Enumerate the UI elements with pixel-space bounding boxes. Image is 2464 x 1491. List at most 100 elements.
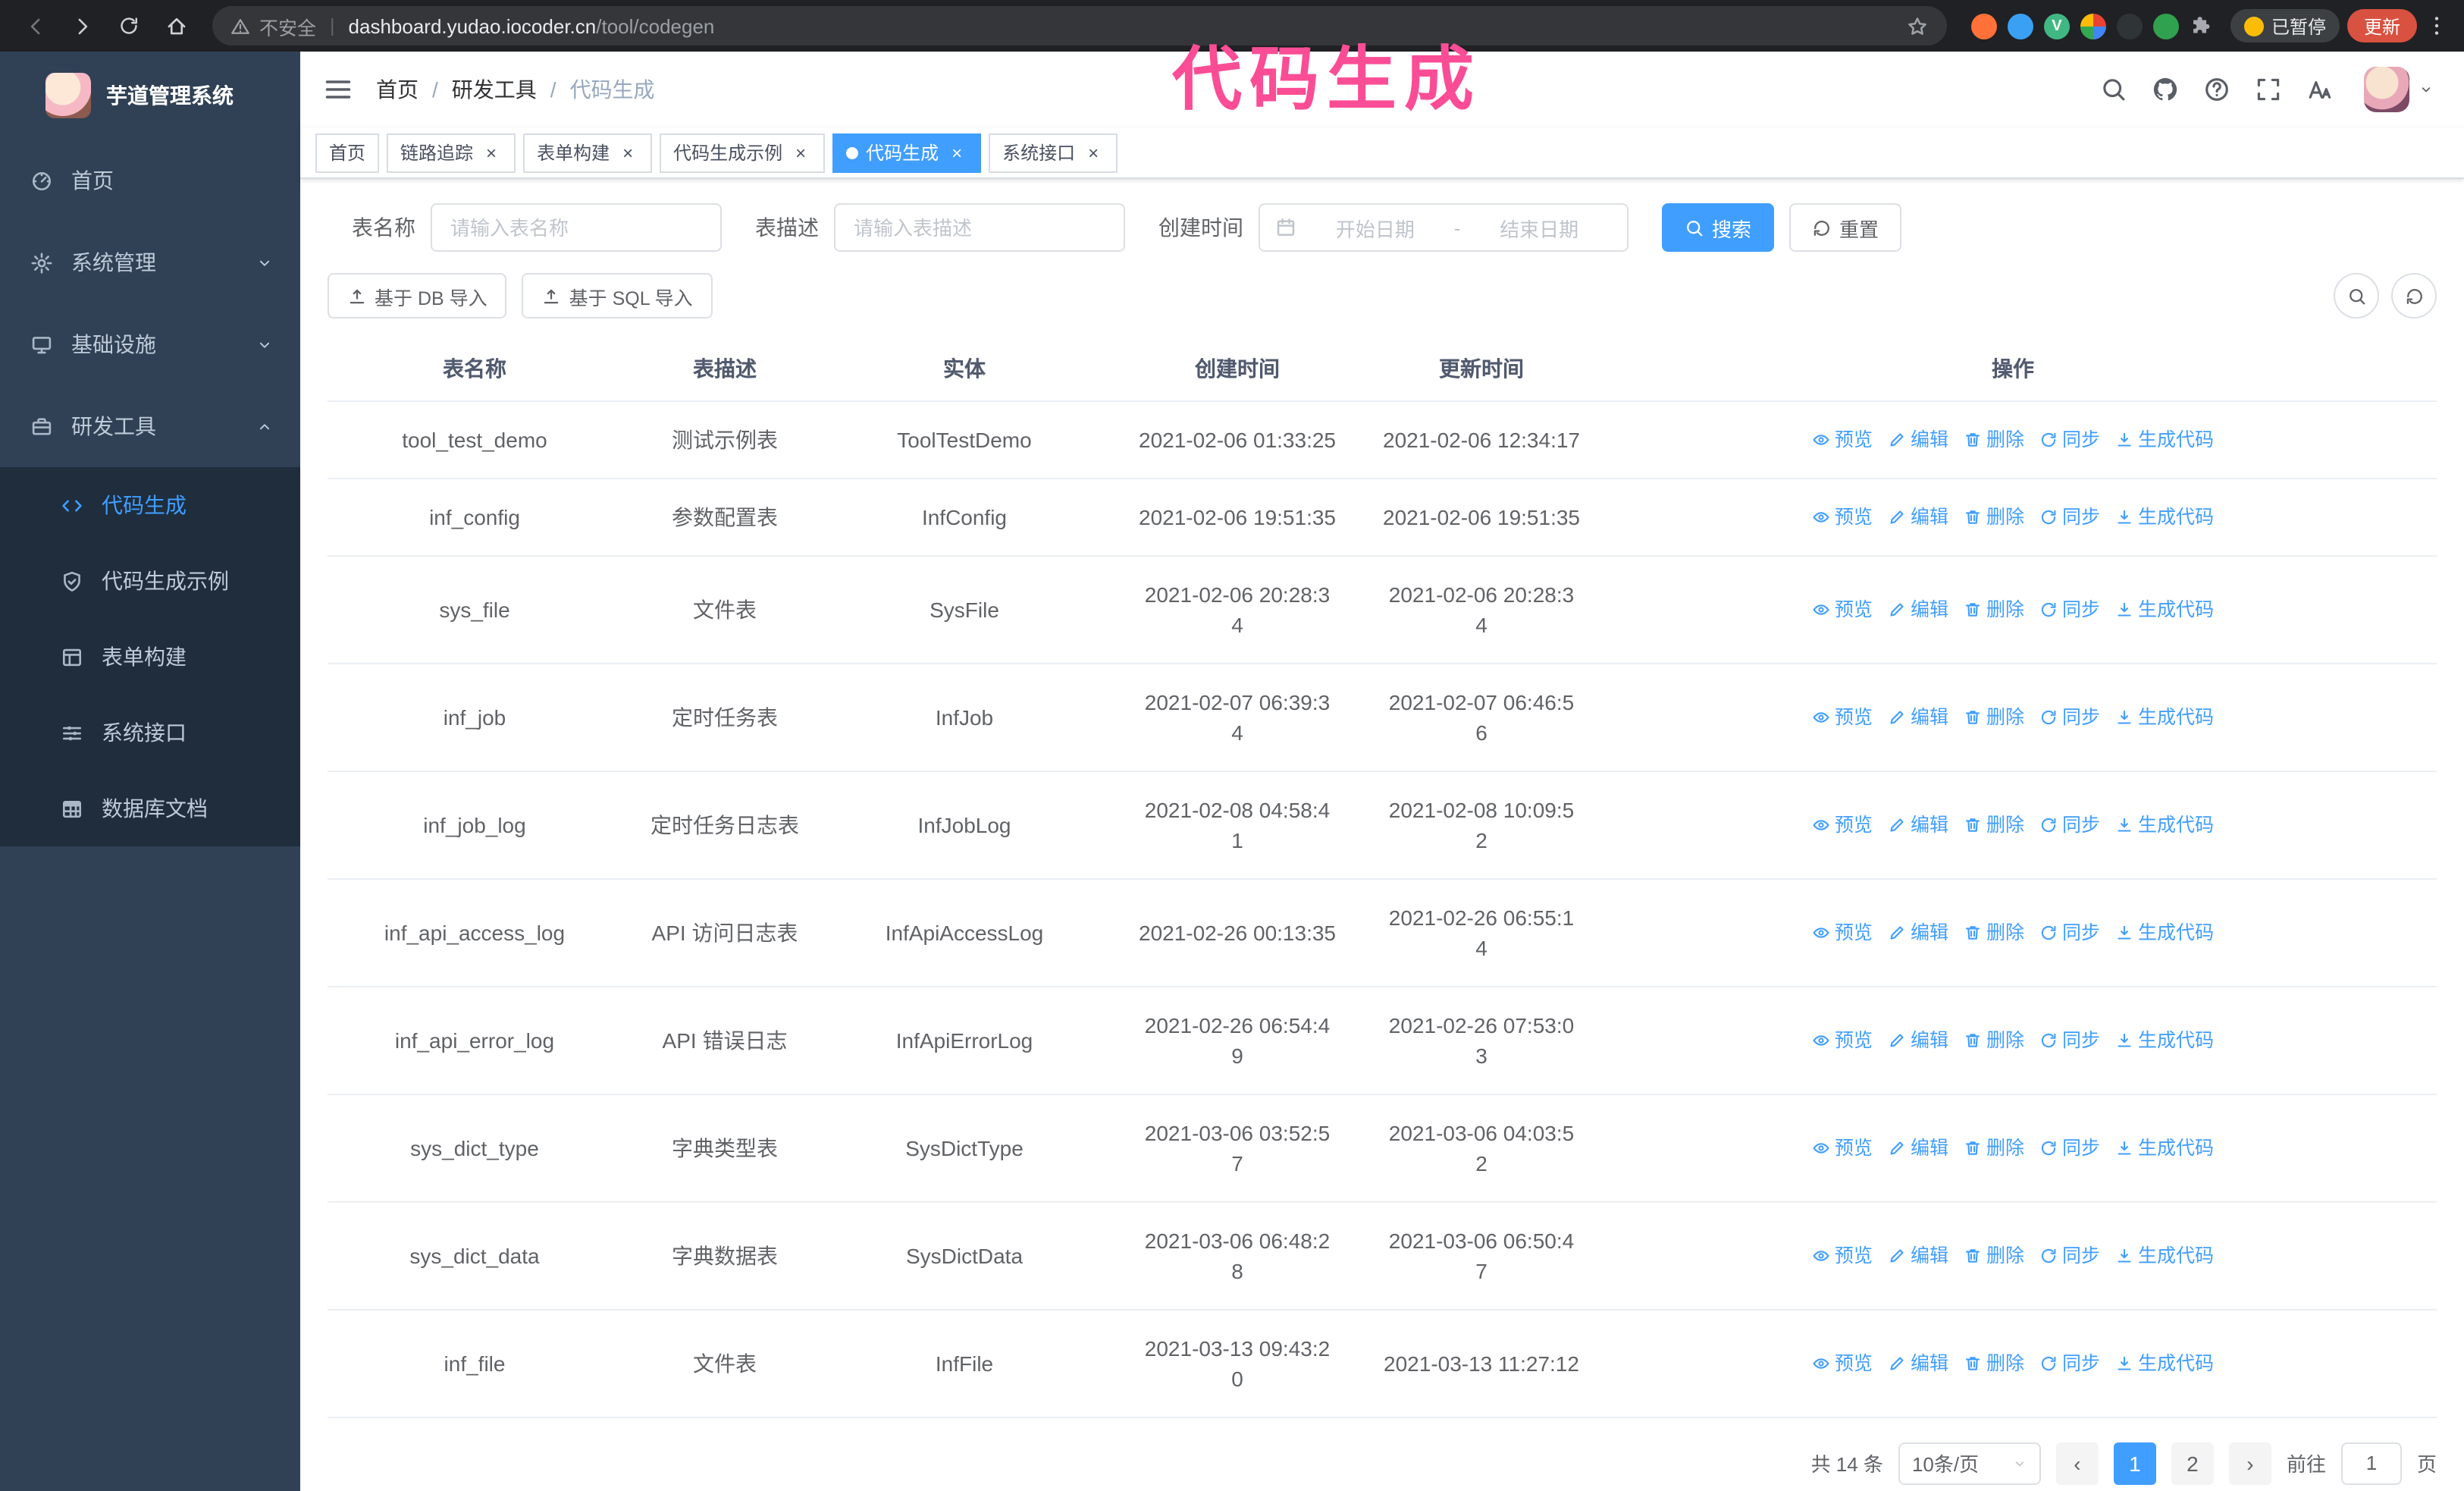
row-action-link[interactable]: 预览 — [1812, 1240, 1873, 1270]
row-action-link[interactable]: 删除 — [1964, 809, 2024, 840]
refresh-table-button[interactable] — [2391, 273, 2437, 319]
tab[interactable]: 首页 × — [315, 133, 380, 172]
row-action-link[interactable]: 同步 — [2039, 809, 2100, 840]
row-action-link[interactable]: 删除 — [1964, 1240, 2024, 1270]
tab[interactable]: 代码生成示例 × — [660, 133, 826, 172]
reset-button[interactable]: 重置 — [1789, 203, 1902, 252]
tab[interactable]: 系统接口 × — [989, 133, 1118, 172]
close-icon[interactable]: × — [790, 142, 811, 163]
next-page-button[interactable]: › — [2228, 1442, 2271, 1484]
kebab-icon[interactable] — [2425, 14, 2449, 38]
row-action-link[interactable]: 删除 — [1964, 501, 2024, 532]
date-range-picker[interactable]: 开始日期 - 结束日期 — [1259, 203, 1629, 252]
row-action-link[interactable]: 生成代码 — [2115, 501, 2214, 532]
browser-forward-button[interactable] — [62, 6, 102, 46]
row-action-link[interactable]: 预览 — [1812, 594, 1873, 624]
sidebar-subitem[interactable]: 代码生成示例 — [0, 543, 300, 619]
row-action-link[interactable]: 同步 — [2039, 424, 2100, 454]
extension-icon[interactable] — [2152, 13, 2179, 39]
tab[interactable]: 表单构建 × — [523, 133, 653, 172]
breadcrumb-home[interactable]: 首页 — [376, 74, 419, 105]
tab[interactable]: 代码生成 × — [832, 133, 982, 172]
extension-icon[interactable] — [2007, 13, 2033, 39]
sidebar-item[interactable]: 首页 — [0, 140, 300, 221]
row-action-link[interactable]: 删除 — [1964, 424, 2024, 454]
row-action-link[interactable]: 预览 — [1812, 917, 1873, 947]
extension-icon[interactable]: V — [2043, 13, 2070, 39]
row-action-link[interactable]: 预览 — [1812, 1132, 1873, 1163]
extension-icon[interactable] — [2080, 13, 2106, 39]
row-action-link[interactable]: 删除 — [1964, 1348, 2024, 1378]
row-action-link[interactable]: 同步 — [2039, 501, 2100, 532]
table-name-input[interactable] — [431, 203, 722, 252]
row-action-link[interactable]: 编辑 — [1888, 809, 1948, 840]
search-icon[interactable] — [2100, 76, 2127, 103]
row-action-link[interactable]: 生成代码 — [2115, 1132, 2214, 1163]
page-number-button[interactable]: 2 — [2171, 1442, 2214, 1484]
row-action-link[interactable]: 编辑 — [1888, 424, 1948, 454]
row-action-link[interactable]: 删除 — [1964, 594, 2024, 624]
row-action-link[interactable]: 生成代码 — [2115, 917, 2214, 947]
app-logo[interactable]: 芋道管理系统 — [0, 52, 300, 140]
puzzle-icon[interactable] — [2190, 13, 2215, 39]
sidebar-item[interactable]: 研发工具 — [0, 385, 300, 467]
row-action-link[interactable]: 编辑 — [1888, 501, 1948, 532]
star-icon[interactable] — [1906, 14, 1929, 37]
row-action-link[interactable]: 删除 — [1964, 702, 2024, 732]
row-action-link[interactable]: 编辑 — [1888, 1132, 1948, 1163]
page-size-select[interactable]: 10条/页 — [1898, 1442, 2041, 1484]
row-action-link[interactable]: 编辑 — [1888, 1025, 1948, 1055]
close-icon[interactable]: × — [481, 142, 502, 163]
fullscreen-icon[interactable] — [2255, 76, 2282, 103]
browser-home-button[interactable] — [156, 6, 196, 46]
row-action-link[interactable]: 生成代码 — [2115, 424, 2214, 454]
row-action-link[interactable]: 预览 — [1812, 1348, 1873, 1378]
page-number-button[interactable]: 1 — [2113, 1442, 2156, 1484]
row-action-link[interactable]: 编辑 — [1888, 594, 1948, 624]
row-action-link[interactable]: 预览 — [1812, 702, 1873, 732]
row-action-link[interactable]: 同步 — [2039, 1132, 2100, 1163]
table-desc-input[interactable] — [834, 203, 1125, 252]
row-action-link[interactable]: 生成代码 — [2115, 1240, 2214, 1270]
goto-page-input[interactable] — [2340, 1442, 2402, 1484]
sidebar-subitem[interactable]: 表单构建 — [0, 619, 300, 695]
sidebar-subitem[interactable]: 代码生成 — [0, 467, 300, 543]
search-button[interactable]: 搜索 — [1662, 203, 1775, 252]
import-db-button[interactable]: 基于 DB 导入 — [328, 273, 507, 319]
row-action-link[interactable]: 同步 — [2039, 1240, 2100, 1270]
row-action-link[interactable]: 生成代码 — [2115, 594, 2214, 624]
browser-update-button[interactable]: 更新 — [2346, 9, 2417, 42]
row-action-link[interactable]: 生成代码 — [2115, 1348, 2214, 1378]
row-action-link[interactable]: 删除 — [1964, 917, 2024, 947]
close-icon[interactable]: × — [617, 142, 638, 163]
browser-back-button[interactable] — [15, 6, 55, 46]
row-action-link[interactable]: 编辑 — [1888, 702, 1948, 732]
paused-extension-badge[interactable]: 已暂停 — [2230, 9, 2340, 42]
row-action-link[interactable]: 编辑 — [1888, 1240, 1948, 1270]
extension-icon[interactable] — [1970, 13, 1997, 39]
row-action-link[interactable]: 同步 — [2039, 917, 2100, 947]
sidebar-item[interactable]: 基础设施 — [0, 303, 300, 385]
row-action-link[interactable]: 同步 — [2039, 594, 2100, 624]
fontsize-icon[interactable] — [2306, 76, 2334, 103]
toggle-search-button[interactable] — [2334, 273, 2379, 319]
github-icon[interactable] — [2152, 76, 2179, 103]
question-icon[interactable] — [2203, 76, 2230, 103]
row-action-link[interactable]: 生成代码 — [2115, 702, 2214, 732]
row-action-link[interactable]: 生成代码 — [2115, 1025, 2214, 1055]
browser-reload-button[interactable] — [109, 6, 149, 46]
close-icon[interactable]: × — [1083, 142, 1104, 163]
row-action-link[interactable]: 预览 — [1812, 501, 1873, 532]
row-action-link[interactable]: 删除 — [1964, 1132, 2024, 1163]
row-action-link[interactable]: 生成代码 — [2115, 809, 2214, 840]
row-action-link[interactable]: 编辑 — [1888, 917, 1948, 947]
sidebar-subitem[interactable]: 数据库文档 — [0, 771, 300, 846]
row-action-link[interactable]: 删除 — [1964, 1025, 2024, 1055]
address-bar[interactable]: 不安全 | dashboard.yudao.iocoder.cn/tool/co… — [212, 6, 1947, 46]
prev-page-button[interactable]: ‹ — [2055, 1442, 2099, 1484]
breadcrumb-tools[interactable]: 研发工具 — [452, 74, 537, 105]
hamburger-icon[interactable] — [323, 74, 353, 105]
tab[interactable]: 链路追踪 × — [387, 133, 516, 172]
row-action-link[interactable]: 同步 — [2039, 702, 2100, 732]
import-sql-button[interactable]: 基于 SQL 导入 — [522, 273, 713, 319]
